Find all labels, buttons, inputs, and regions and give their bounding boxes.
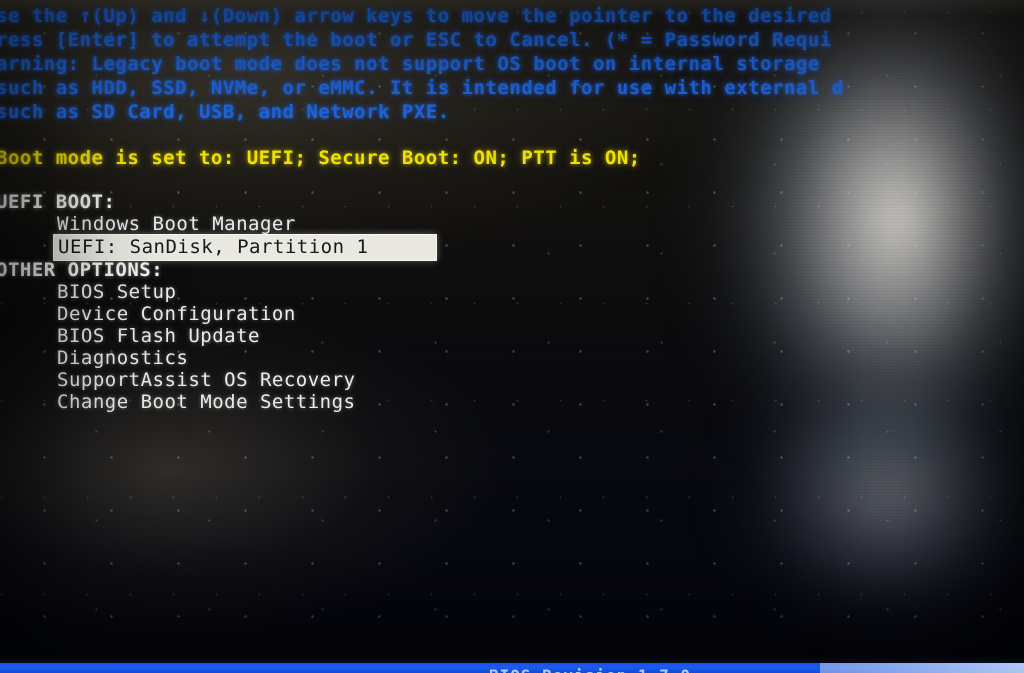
bottom-shadow-gap	[0, 656, 1024, 663]
option-supportassist-os-recovery[interactable]: SupportAssist OS Recovery	[57, 369, 355, 391]
bottom-band-glare	[820, 663, 1024, 673]
uefi-boot-heading: UEFI BOOT:	[0, 191, 116, 213]
option-bios-setup[interactable]: BIOS Setup	[57, 281, 176, 303]
instruction-line-5: such as SD Card, USB, and Network PXE.	[0, 101, 450, 123]
screen-text-layer: se the ↑(Up) and ↓(Down) arrow keys to m…	[0, 0, 1024, 673]
instruction-line-4: such as HDD, SSD, NVMe, or eMMC. It is i…	[0, 77, 844, 99]
bottom-status-band: BIOS Revision 1.7.0	[0, 663, 1024, 673]
option-change-boot-mode-settings[interactable]: Change Boot Mode Settings	[57, 391, 355, 413]
option-diagnostics[interactable]: Diagnostics	[57, 347, 188, 369]
other-options-heading: OTHER OPTIONS:	[0, 259, 164, 281]
boot-item-windows-boot-manager[interactable]: Windows Boot Manager	[57, 213, 296, 235]
option-bios-flash-update[interactable]: BIOS Flash Update	[57, 325, 260, 347]
boot-item-uefi-sandisk-partition-1-selected[interactable]: UEFI: SanDisk, Partition 1	[53, 234, 437, 261]
instruction-line-3: arning: Legacy boot mode does not suppor…	[0, 53, 820, 75]
instruction-line-2: ress [Enter] to attempt the boot or ESC …	[0, 29, 832, 51]
bios-boot-menu-screen: se the ↑(Up) and ↓(Down) arrow keys to m…	[0, 0, 1024, 673]
instruction-line-1: se the ↑(Up) and ↓(Down) arrow keys to m…	[0, 5, 832, 27]
boot-mode-status-line: Boot mode is set to: UEFI; Secure Boot: …	[0, 147, 641, 169]
bios-revision-text: BIOS Revision 1.7.0	[489, 666, 691, 673]
option-device-configuration[interactable]: Device Configuration	[57, 303, 296, 325]
